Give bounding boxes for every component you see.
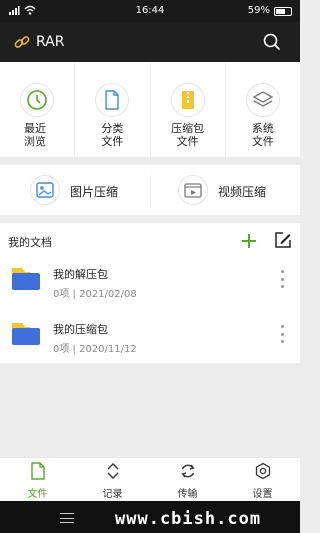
layers-icon <box>252 91 274 107</box>
add-icon[interactable] <box>239 231 259 251</box>
folder-meta: 0项 | 2020/11/12 <box>53 344 137 355</box>
folder-icon <box>12 268 40 290</box>
menu-icon[interactable] <box>60 513 74 523</box>
video-icon <box>184 183 202 198</box>
app-title: RAR <box>36 34 65 50</box>
search-icon[interactable] <box>262 32 282 52</box>
file-tab-icon <box>30 462 45 480</box>
status-bar: 16:44 59% <box>0 0 300 22</box>
archive-icon <box>181 91 194 109</box>
compress-tools: 图片压缩 视频压缩 <box>0 165 300 215</box>
tab-settings[interactable]: 设置 <box>225 458 300 501</box>
image-compress-button[interactable]: 图片压缩 <box>0 165 150 215</box>
sort-icon <box>107 463 118 479</box>
quick-item-label: 系统 文件 <box>251 122 274 148</box>
battery-percent: 59% <box>247 5 270 16</box>
quick-item-label: 最近 浏览 <box>24 122 46 148</box>
app-bar: RAR <box>0 22 300 62</box>
clock-icon-wrap <box>20 83 55 117</box>
layers-icon-wrap <box>245 83 280 117</box>
folder-icon <box>12 323 40 345</box>
video-icon-wrap <box>178 175 208 205</box>
tab-label: 文件 <box>27 489 48 500</box>
battery-icon <box>274 7 292 16</box>
system-nav-bar: www.cbish.com <box>0 501 300 533</box>
file-icon <box>105 90 120 110</box>
quick-item-category[interactable]: 分类 文件 <box>75 62 151 157</box>
image-icon <box>36 182 54 198</box>
list-item[interactable]: 我的解压包 0项 | 2021/02/08 <box>0 254 300 310</box>
image-icon-wrap <box>30 175 60 205</box>
compress-label: 视频压缩 <box>218 185 267 199</box>
more-icon[interactable] <box>278 270 286 288</box>
transfer-icon <box>180 464 195 478</box>
tab-records[interactable]: 记录 <box>75 458 150 501</box>
gear-icon <box>255 462 270 480</box>
bottom-tab-bar: 文件 记录 传输 设置 <box>0 457 300 501</box>
clock-icon <box>27 90 47 110</box>
tab-label: 传输 <box>177 489 198 500</box>
folder-name: 我的解压包 <box>53 268 108 281</box>
folder-meta: 0项 | 2021/02/08 <box>53 289 137 300</box>
quick-item-system[interactable]: 系统 文件 <box>226 62 300 157</box>
section-title: 我的文档 <box>8 236 52 249</box>
tab-label: 设置 <box>252 489 273 500</box>
quick-item-label: 分类 文件 <box>101 122 124 148</box>
quick-item-label: 压缩包 文件 <box>171 122 205 148</box>
quick-actions: 最近 浏览 分类 文件 压缩包 文件 系统 文件 <box>0 62 300 157</box>
edit-icon[interactable] <box>274 231 292 249</box>
file-icon-wrap <box>95 83 130 117</box>
archive-icon-wrap <box>170 83 205 117</box>
folder-name: 我的压缩包 <box>53 323 108 336</box>
compress-label: 图片压缩 <box>70 185 119 199</box>
my-documents: 我的文档 我的解压包 0项 | 2021/02/08 我的压缩包 0项 | 20… <box>0 223 300 363</box>
quick-item-recent[interactable]: 最近 浏览 <box>0 62 76 157</box>
video-compress-button[interactable]: 视频压缩 <box>150 165 300 215</box>
tab-label: 记录 <box>102 489 123 500</box>
watermark: www.cbish.com <box>115 509 262 529</box>
link-logo-icon <box>14 36 30 48</box>
tab-transfer[interactable]: 传输 <box>150 458 225 501</box>
quick-item-archive[interactable]: 压缩包 文件 <box>151 62 226 157</box>
list-item[interactable]: 我的压缩包 0项 | 2020/11/12 <box>0 309 300 365</box>
more-icon[interactable] <box>278 325 286 343</box>
tab-files[interactable]: 文件 <box>0 458 75 501</box>
